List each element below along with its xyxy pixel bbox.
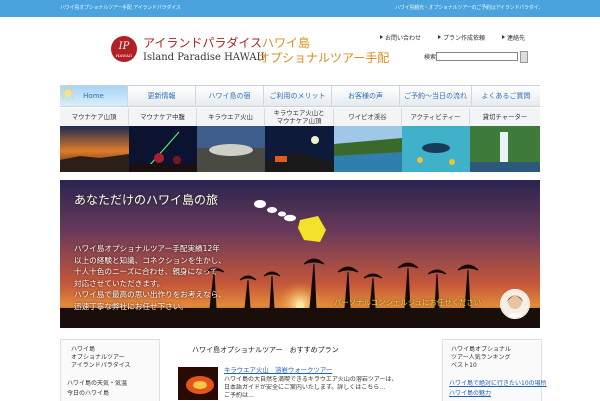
hero-line: ハワイ島で最高の思い出作りをお考えなら、 xyxy=(74,290,226,300)
weather-heading: ハワイ島の天気・気温 xyxy=(67,380,128,387)
logo-mark[interactable]: IP HAWAII xyxy=(111,36,137,62)
area-kilauea-and-mauna-kea-line2: マウナケア山頂 xyxy=(276,117,322,125)
hero-line: 十人十色のニーズに合わせ、親身になって xyxy=(74,267,218,277)
sun-icon xyxy=(60,85,76,101)
logo-mark-letters: IP xyxy=(118,41,130,52)
area-kilauea[interactable]: キラウエア火山 xyxy=(197,108,265,126)
area-waipio[interactable]: ワイピオ渓谷 xyxy=(334,108,402,126)
main-nav: Home 更新情報 ハワイ島の宿 ご利用のメリット お客様の声 ご予約～当日の流… xyxy=(60,85,540,107)
island-charm-link[interactable]: ハワイ島の魅力 xyxy=(449,390,491,398)
activities-photo[interactable] xyxy=(402,126,470,172)
hero-line: ハワイ島オプショナルツアー手配実績12年 xyxy=(74,244,220,253)
area-kilauea-and-mauna-kea[interactable]: キラウエア火山と マウナケア山頂 xyxy=(265,108,334,126)
area-charter[interactable]: 貸切チャーター xyxy=(470,108,540,126)
logo-name-en[interactable]: Island Paradise HAWAII xyxy=(143,52,265,64)
search-button[interactable] xyxy=(520,51,528,63)
address-link-label: 連絡先 xyxy=(507,35,526,42)
description-line: 日本語ガイドが安全にご案内いたします。詳しくはこちら… xyxy=(224,384,386,391)
recommended-plan-description: ハワイ島の大自然を満喫できるキラウエア火山の溶岩ツアーは、 日本語ガイドが安全に… xyxy=(224,376,436,400)
logo-tagline-1: ハワイ島 xyxy=(262,36,311,50)
area-mauna-kea-mid[interactable]: マウナケア中腹 xyxy=(129,108,197,126)
arrow-right-icon xyxy=(380,35,383,39)
logo-name-jp[interactable]: アイランドパラダイス xyxy=(143,36,262,50)
area-kilauea-and-mauna-kea-line1: キラウエア火山と xyxy=(273,109,325,117)
recommended-plan-link[interactable]: キラウエア火山 溶岩ウォークツアー xyxy=(224,366,332,375)
description-line: ご予約は… xyxy=(224,392,255,399)
mauna-kea-stargazing-photo[interactable] xyxy=(129,126,197,172)
ranking-heading-line: ツアー人気ランキング xyxy=(451,354,511,361)
plan-request-link[interactable]: プラン作成依頼 xyxy=(438,35,485,43)
address-link[interactable]: 連絡先 xyxy=(502,35,525,43)
nav-voices[interactable]: お客様の声 xyxy=(332,86,400,106)
search-input[interactable] xyxy=(436,52,518,61)
ranking-link[interactable]: ハワイ島で絶対に行きたい10の場所 xyxy=(449,380,547,388)
hero-consultant-caption: パーソナルコンシェルジュにお任せください xyxy=(334,298,482,307)
ranking-heading-line: ハワイ島オプショナル xyxy=(451,346,512,353)
kilauea-mauna-kea-photo[interactable] xyxy=(265,126,334,172)
mauna-kea-sunset-photo[interactable] xyxy=(60,126,129,172)
arrow-right-icon xyxy=(438,35,441,39)
hero-body: ハワイ島オプショナルツアー手配実績12年 以上の経験と知識、コネクションを生かし… xyxy=(74,243,274,313)
left-sidebar: ハワイ島 オプショナルツアー アイランドパラダイス ハワイ島の天気・気温 今日の… xyxy=(60,339,160,401)
area-activities[interactable]: アクティビティー xyxy=(402,108,470,126)
nav-merits[interactable]: ご利用のメリット xyxy=(264,86,332,106)
hero-line: 対応させていただきます。 xyxy=(74,278,165,288)
area-menu: マウナケア山頂 マウナケア中腹 キラウエア火山 キラウエア火山と マウナケア山頂… xyxy=(60,108,540,127)
description-line: ハワイ島の大自然を満喫できるキラウエア火山の溶岩ツアーは、 xyxy=(224,376,398,383)
nav-hotels[interactable]: ハワイ島の宿 xyxy=(196,86,264,106)
top-bar-right-text: ハワイ島観光・オプショナルツアーのご予約はアイランドパラダイスへ xyxy=(395,5,540,11)
top-bar-left-text: ハワイ島オプショナルツアー手配 アイランドパラダイス xyxy=(60,5,181,11)
kilauea-photo[interactable] xyxy=(197,126,265,172)
area-mauna-kea-summit[interactable]: マウナケア山頂 xyxy=(60,108,129,126)
top-bar: ハワイ島オプショナルツアー手配 アイランドパラダイス ハワイ島観光・オプショナル… xyxy=(0,0,600,17)
nav-news[interactable]: 更新情報 xyxy=(128,86,196,106)
waipio-valley-photo[interactable] xyxy=(334,126,402,172)
logo-mark-sub: HAWAII xyxy=(115,53,133,58)
arrow-right-icon xyxy=(502,35,505,39)
logo-tagline-2: オプショナルツアー手配 xyxy=(258,51,390,65)
hero-title: あなただけのハワイ島の旅 xyxy=(74,193,219,207)
nav-flow[interactable]: ご予約～当日の流れ xyxy=(400,86,472,106)
left-sidebar-line: アイランドパラダイス xyxy=(71,362,131,369)
ranking-heading-line: ベスト10 xyxy=(451,362,477,369)
contact-link-label: お問い合わせ xyxy=(385,35,422,42)
left-sidebar-line: ハワイ島 xyxy=(71,346,96,353)
nav-faq[interactable]: よくあるご質問 xyxy=(472,86,540,106)
hero-line: 以上の経験と知識、コネクションを生かし、 xyxy=(74,255,226,265)
left-sidebar-line: オプショナルツアー xyxy=(71,354,125,361)
charter-photo[interactable] xyxy=(470,126,540,172)
contact-link[interactable]: お問い合わせ xyxy=(380,35,421,43)
right-sidebar: ハワイ島オプショナル ツアー人気ランキング ベスト10 ハワイ島で絶対に行きたい… xyxy=(442,339,547,401)
area-photo-strip xyxy=(60,126,540,172)
recommended-plans-title: ハワイ島オプショナルツアー おすすめプラン xyxy=(192,346,339,354)
weather-today: 今日のハワイ島 xyxy=(67,390,110,397)
lava-thumbnail[interactable] xyxy=(178,367,218,400)
plan-request-link-label: プラン作成依頼 xyxy=(443,35,486,42)
hero-line: 迅速丁寧な弊社にお任せ下さい。 xyxy=(74,301,188,311)
concierge-avatar xyxy=(500,289,530,319)
